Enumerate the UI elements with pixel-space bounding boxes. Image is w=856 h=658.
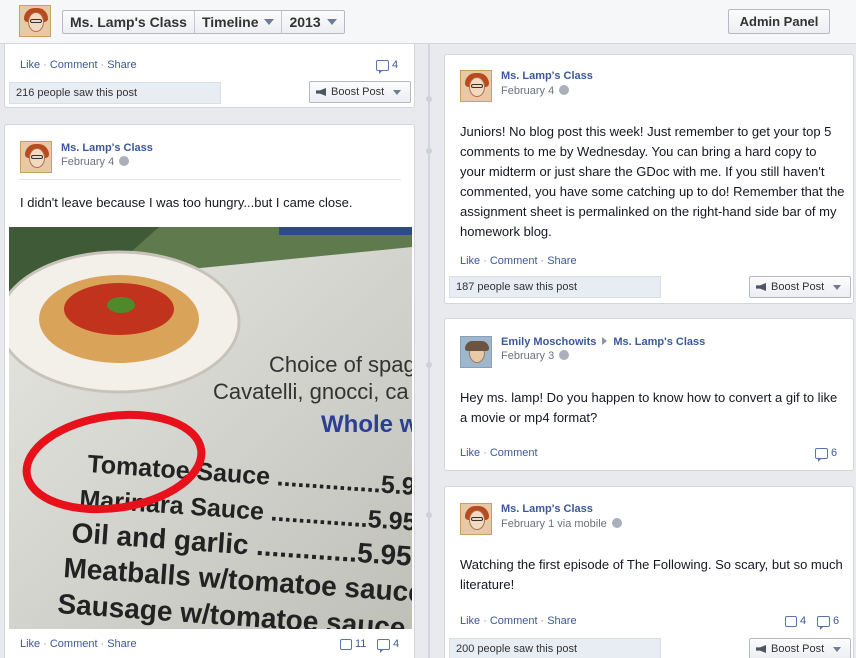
post-actions: Like · Comment · Share [20,59,137,71]
post-card: Ms. Lamp's Class February 4 I didn't lea… [4,124,415,658]
comment-count[interactable]: 4 [376,59,398,74]
post-photo[interactable]: Choice of spag Cavatelli, gnocci, ca Who… [9,227,412,629]
post-text: Juniors! No blog post this week! Just re… [460,124,845,239]
author-avatar[interactable] [20,141,52,173]
timeline-dot [426,96,432,102]
page-header: Ms. Lamp's Class Timeline 2013 Admin Pan… [0,0,856,44]
comment-count[interactable]: 6 [817,615,839,630]
post-card: Ms. Lamp's Class February 4 Juniors! No … [444,54,854,304]
post-text: Watching the first episode of The Follow… [460,557,843,592]
menu-line: Cavatelli, gnocci, ca [213,379,409,404]
chevron-down-icon [833,284,842,290]
comment-link[interactable]: Comment [50,638,98,650]
timeline-dropdown[interactable]: Timeline [195,11,283,33]
share-link[interactable]: Share [547,615,576,627]
globe-icon [559,350,570,360]
chevron-down-icon [833,646,842,652]
post-date[interactable]: February 4 [61,156,130,168]
like-link[interactable]: Like [460,447,480,459]
comment-icon [376,59,389,74]
post-date[interactable]: February 1 via mobile [501,518,622,530]
like-link[interactable]: Like [20,59,40,71]
timeline-navigator: Ms. Lamp's Class Timeline 2013 [62,10,345,34]
post-card: Emily Moschowits Ms. Lamp's Class Februar… [444,318,854,471]
share-link[interactable]: Share [107,638,136,650]
timeline-dot [426,362,432,368]
comment-count[interactable]: 6 [815,447,837,462]
timeline-dot [426,512,432,518]
post-card: Like · Comment · Share 4 216 people saw this… [4,44,415,108]
comment-icon [377,638,390,653]
like-count[interactable]: 11 [340,638,366,650]
target-page-link[interactable]: Ms. Lamp's Class [613,336,705,348]
like-count[interactable]: 4 [785,615,806,627]
timeline-dot [426,148,432,154]
reach-text: 187 people saw this post [449,276,661,298]
page-name-link[interactable]: Ms. Lamp's Class [63,11,195,33]
globe-icon [559,85,570,95]
post-actions: Like · Comment · Share [460,615,577,627]
post-card: Ms. Lamp's Class February 1 via mobile W… [444,486,854,658]
chevron-down-icon [393,89,402,95]
globe-icon [119,156,130,166]
boost-post-button[interactable]: Boost Post [309,81,411,103]
megaphone-icon [316,88,326,96]
like-link[interactable]: Like [20,638,40,650]
year-dropdown[interactable]: 2013 [282,11,343,33]
globe-icon [611,518,622,528]
comment-icon [815,447,828,462]
admin-panel-button[interactable]: Admin Panel [728,9,830,34]
post-actions: Like · Comment · Share [20,638,137,650]
comment-link[interactable]: Comment [490,615,538,627]
author-name[interactable]: Emily Moschowits Ms. Lamp's Class [501,336,705,348]
share-link[interactable]: Share [107,59,136,71]
page-avatar[interactable] [19,5,51,37]
thumbs-up-icon [785,615,797,627]
reach-text: 200 people saw this post [449,638,661,658]
comment-icon [817,615,830,630]
chevron-down-icon [264,19,275,25]
post-text: I didn't leave because I was too hungry.… [20,195,353,210]
post-text: Hey ms. lamp! Do you happen to know how … [460,390,838,425]
megaphone-icon [756,645,766,653]
author-name[interactable]: Ms. Lamp's Class [501,503,593,515]
author-avatar[interactable] [460,336,492,368]
chevron-down-icon [326,19,337,25]
boost-post-button[interactable]: Boost Post [749,638,851,658]
timeline-spine [428,44,430,658]
comment-count[interactable]: 4 [377,638,399,653]
comment-link[interactable]: Comment [490,255,538,267]
comment-link[interactable]: Comment [490,447,538,459]
author-avatar[interactable] [460,70,492,102]
megaphone-icon [756,283,766,291]
comment-link[interactable]: Comment [50,59,98,71]
boost-post-button[interactable]: Boost Post [749,276,851,298]
author-avatar[interactable] [460,503,492,535]
menu-line: Whole w [321,411,412,438]
thumbs-up-icon [340,638,352,650]
reach-text: 216 people saw this post [9,82,221,104]
share-link[interactable]: Share [547,255,576,267]
post-date[interactable]: February 3 [501,350,570,362]
author-name[interactable]: Ms. Lamp's Class [61,142,153,154]
arrow-right-icon [602,337,608,345]
post-actions: Like · Comment [460,447,538,459]
author-name[interactable]: Ms. Lamp's Class [501,70,593,82]
like-link[interactable]: Like [460,255,480,267]
like-link[interactable]: Like [460,615,480,627]
post-actions: Like · Comment · Share [460,255,577,267]
menu-line: Choice of spag [269,352,412,377]
post-date[interactable]: February 4 [501,85,570,97]
